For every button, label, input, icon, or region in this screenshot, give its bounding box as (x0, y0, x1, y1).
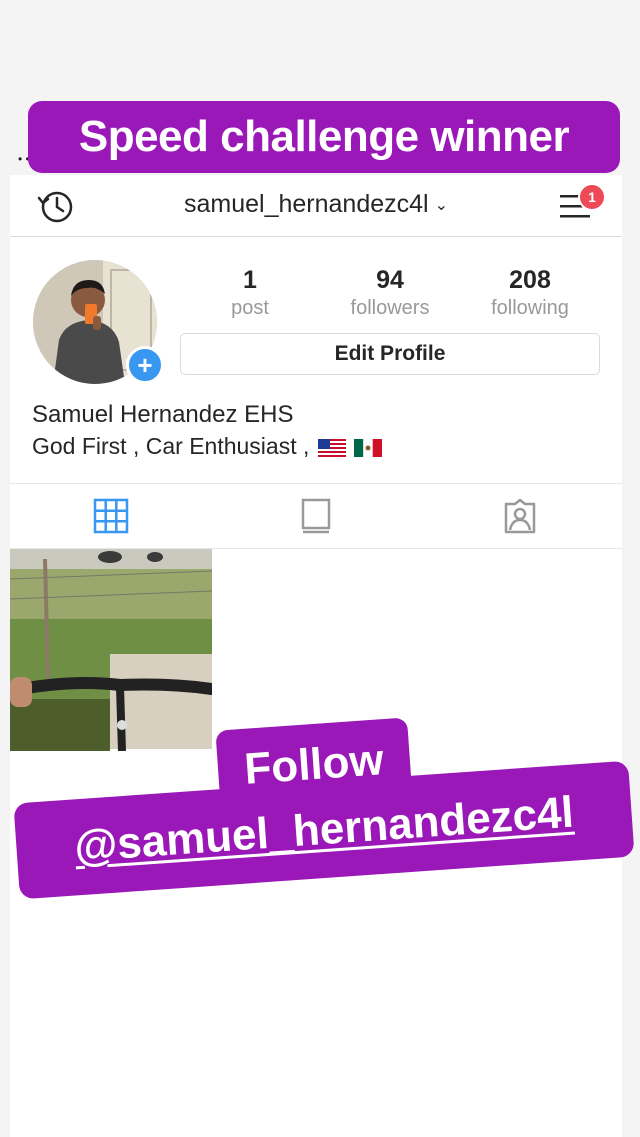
username-dropdown[interactable]: samuel_hernandezc4l ⌄ (10, 190, 622, 219)
story-caption-sticker: Speed challenge winner (28, 101, 620, 173)
stat-posts-label: post (231, 297, 269, 319)
tagged-icon[interactable] (502, 498, 538, 534)
full-name: Samuel Hernandez EHS (32, 401, 294, 428)
mexico-flag-icon (354, 438, 383, 457)
bio-text: God First , Car Enthusiast , (32, 433, 310, 459)
stat-posts[interactable]: 1 post (180, 266, 320, 320)
profile-tabs (10, 483, 622, 549)
feed-icon[interactable] (298, 498, 334, 534)
stat-followers-label: followers (350, 297, 430, 319)
profile-header: samuel_hernandezc4l ⌄ 1 (10, 178, 622, 237)
stat-following-value: 208 (509, 266, 551, 294)
add-story-button[interactable]: + (126, 346, 164, 384)
stat-posts-value: 1 (243, 266, 257, 294)
stat-followers[interactable]: 94 followers (320, 266, 460, 320)
post-image (10, 549, 212, 751)
chevron-down-icon: ⌄ (434, 197, 448, 215)
username: samuel_hernandezc4l (183, 190, 429, 218)
post-thumbnail[interactable] (10, 549, 212, 751)
stat-following[interactable]: 208 following (460, 266, 600, 320)
stat-followers-value: 94 (376, 266, 404, 294)
mention-link[interactable]: @samuel_hernandezc4l (73, 788, 576, 873)
edit-profile-button[interactable]: Edit Profile (180, 333, 600, 375)
bio: God First , Car Enthusiast , (32, 433, 383, 460)
stat-following-label: following (491, 297, 569, 319)
notification-badge: 1 (578, 183, 606, 211)
grid-icon[interactable] (93, 498, 129, 534)
us-flag-icon (317, 438, 346, 457)
